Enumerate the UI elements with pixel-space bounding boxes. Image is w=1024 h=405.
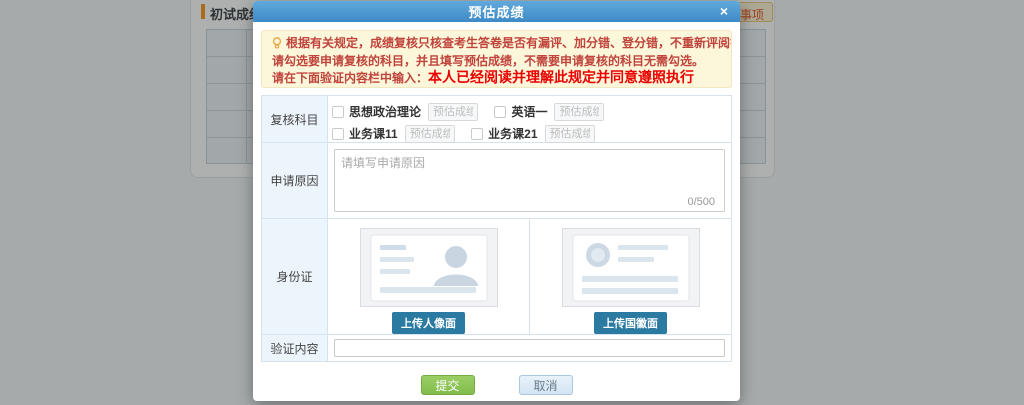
idcard-back-area: 上传国徽面 xyxy=(529,219,731,334)
modal-title: 预估成绩 xyxy=(468,2,524,21)
verify-input[interactable] xyxy=(334,339,725,357)
subject-item: 业务课11 xyxy=(332,124,455,143)
verify-label: 验证内容 xyxy=(262,335,328,361)
notice-box: 根据有关规定，成绩复核只核查考生答卷是否有漏评、加分错、登分错，不重新评阅答卷；… xyxy=(261,30,732,88)
score-input-major1[interactable] xyxy=(405,125,455,143)
subject-name: 思想政治理论 xyxy=(349,103,421,120)
verify-cell xyxy=(328,335,731,361)
idcard-front-placeholder-image xyxy=(360,228,498,307)
subjects-row: 复核科目 思想政治理论 英语一 xyxy=(262,96,731,142)
reason-label: 申请原因 xyxy=(262,143,328,218)
reason-textarea[interactable] xyxy=(334,149,725,212)
notice-line-1: 根据有关规定，成绩复核只核查考生答卷是否有漏评、加分错、登分错，不重新评阅答卷；… xyxy=(272,35,721,53)
close-icon[interactable]: × xyxy=(720,3,728,20)
score-input-politics[interactable] xyxy=(428,103,478,121)
idcard-front-graphic xyxy=(370,234,488,302)
subjects-cell: 思想政治理论 英语一 业务课11 xyxy=(328,96,731,142)
subject-name: 业务课21 xyxy=(488,125,537,142)
subject-checkbox-major1[interactable] xyxy=(332,128,344,140)
reason-cell: 0/500 xyxy=(328,143,731,218)
verify-row: 验证内容 xyxy=(262,334,731,361)
notice-text-3-prefix: 请在下面验证内容栏中输入： xyxy=(272,71,428,85)
review-form: 复核科目 思想政治理论 英语一 xyxy=(261,95,732,362)
cancel-button[interactable]: 取消 xyxy=(519,375,573,395)
notice-line-2: 请勾选要申请复核的科目，并且填写预估成绩，不需要申请复核的科目无需勾选。 xyxy=(272,53,721,69)
idcard-back-graphic xyxy=(572,234,690,302)
score-input-major2[interactable] xyxy=(545,125,595,143)
subject-item: 英语一 xyxy=(494,102,604,121)
reason-row: 申请原因 0/500 xyxy=(262,142,731,218)
subject-checkbox-english[interactable] xyxy=(494,106,506,118)
subjects-label: 复核科目 xyxy=(262,96,328,142)
subject-item: 业务课21 xyxy=(471,124,594,143)
idcard-row: 身份证 xyxy=(262,218,731,334)
subject-name: 业务课11 xyxy=(349,125,398,142)
estimate-score-modal: 预估成绩 × 根据有关规定，成绩复核只核查考生答卷是否有漏评、加分错、登分错，不… xyxy=(253,1,740,401)
notice-line-3: 请在下面验证内容栏中输入：本人已经阅读并理解此规定并同意遵照执行 xyxy=(272,69,721,86)
action-buttons: 提交 取消 xyxy=(253,375,740,395)
score-input-english[interactable] xyxy=(554,103,604,121)
notice-agreement-text: 本人已经阅读并理解此规定并同意遵照执行 xyxy=(428,69,694,85)
upload-back-button[interactable]: 上传国徽面 xyxy=(594,312,667,334)
idcard-front-area: 上传人像面 xyxy=(328,219,529,334)
idcard-label: 身份证 xyxy=(262,219,328,334)
subject-checkbox-politics[interactable] xyxy=(332,106,344,118)
upload-front-button[interactable]: 上传人像面 xyxy=(392,312,465,334)
notice-text-1: 根据有关规定，成绩复核只核查考生答卷是否有漏评、加分错、登分错，不重新评阅答卷；… xyxy=(286,36,732,50)
idcard-back-placeholder-image xyxy=(562,228,700,307)
bulb-icon xyxy=(272,37,282,53)
idcard-cell: 上传人像面 xyxy=(328,219,731,334)
modal-titlebar: 预估成绩 × xyxy=(253,1,740,22)
subject-checkbox-major2[interactable] xyxy=(471,128,483,140)
subject-name: 英语一 xyxy=(511,103,547,120)
char-counter: 0/500 xyxy=(687,196,715,208)
submit-button[interactable]: 提交 xyxy=(421,375,475,395)
modal-body: 根据有关规定，成绩复核只核查考生答卷是否有漏评、加分错、登分错，不重新评阅答卷；… xyxy=(253,30,740,405)
screen: 初试成绩 注意事项 预估成绩 × 根据有关规定，成绩复核只核查考生答卷是否有漏评… xyxy=(0,0,1024,405)
subject-item: 思想政治理论 xyxy=(332,102,478,121)
